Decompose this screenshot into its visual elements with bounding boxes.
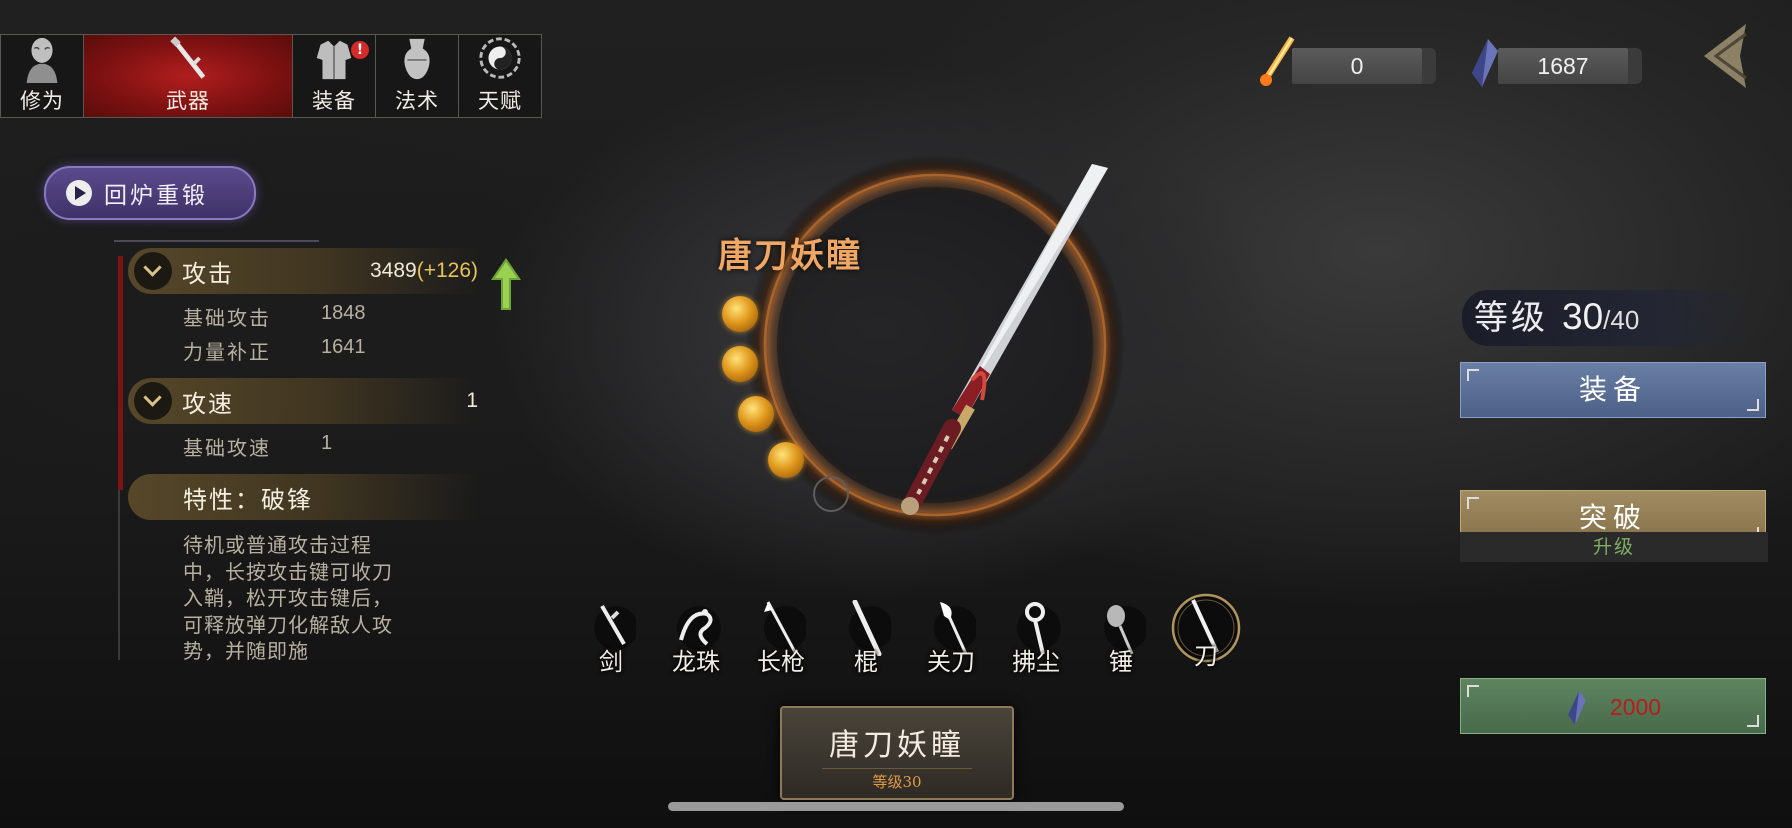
weapon-type-staff[interactable]: 棍 bbox=[829, 600, 903, 677]
armor-icon bbox=[316, 40, 352, 80]
tab-weapon[interactable]: 武器 bbox=[84, 35, 293, 117]
weapon-type-label: 关刀 bbox=[927, 648, 975, 676]
stat-name: 攻击 bbox=[182, 259, 234, 288]
tab-label: 武器 bbox=[166, 89, 210, 113]
trait-header: 特性：破锋 bbox=[128, 474, 478, 520]
trait-description: 待机或普通攻击过程中，长按攻击键可收刀入鞘，松开攻击键后，可释放弹刀化解敌人攻势… bbox=[183, 533, 393, 663]
cultivation-figure-icon bbox=[26, 37, 58, 83]
stat-value: 3489(+126) bbox=[370, 259, 478, 283]
currency-value: 0 bbox=[1292, 48, 1422, 84]
currency-crystal: 1687 bbox=[1466, 39, 1642, 87]
currency-value: 1687 bbox=[1498, 48, 1628, 84]
panel-bar bbox=[118, 256, 123, 490]
upgrade-cost: 2000 bbox=[1609, 694, 1662, 720]
top-tab-bar: 修为 武器 ! 装备 法术 天赋 bbox=[0, 34, 542, 118]
sword-icon bbox=[170, 36, 206, 79]
play-icon bbox=[66, 180, 92, 206]
level-current: 30 bbox=[1562, 296, 1604, 337]
spell-gourd-icon bbox=[404, 38, 430, 80]
tab-label: 天赋 bbox=[478, 89, 522, 113]
level-max: /40 bbox=[1603, 305, 1640, 335]
nameplate-name: 唐刀妖瞳 bbox=[829, 728, 965, 763]
upgrade-button[interactable]: 2000 bbox=[1460, 678, 1766, 734]
weapon-type-label: 锤 bbox=[1109, 648, 1133, 676]
currency-cap bbox=[1422, 48, 1436, 84]
attack-total: 3489 bbox=[369, 259, 417, 282]
stat-speed-header[interactable]: 攻速 1 bbox=[128, 378, 478, 424]
weapon-nameplate: 唐刀妖瞳 等级30 bbox=[780, 706, 1014, 800]
tab-label: 修为 bbox=[20, 89, 64, 113]
gem-socket-filled[interactable] bbox=[722, 296, 758, 332]
tab-equipment[interactable]: ! 装备 bbox=[293, 35, 376, 117]
equip-button[interactable]: 装备 bbox=[1460, 362, 1766, 418]
chevron-down-icon bbox=[134, 382, 172, 420]
attack-bonus: (+126) bbox=[416, 259, 478, 282]
reforge-button[interactable]: 回炉重锻 bbox=[44, 166, 256, 220]
weapon-type-bar: 剑 龙珠 长枪 棍 关刀 拂尘 锤 刀 bbox=[574, 593, 1243, 677]
tab-talent[interactable]: 天赋 bbox=[459, 35, 541, 117]
upgrade-label: 升级 bbox=[1460, 532, 1768, 562]
level-display: 等级 30 /40 bbox=[1474, 290, 1639, 346]
tang-saber-image bbox=[901, 164, 1108, 515]
stat-attack-header[interactable]: 攻击 3489(+126) bbox=[128, 248, 478, 294]
stat-sub-value: 1848 bbox=[321, 302, 366, 324]
stat-value: 1 bbox=[466, 389, 478, 412]
stat-name: 攻速 bbox=[182, 389, 234, 418]
stat-sub-name: 基础攻速 bbox=[183, 436, 271, 460]
trait-name: 特性：破锋 bbox=[183, 485, 313, 514]
stat-sub-name: 基础攻击 bbox=[183, 306, 271, 330]
stat-sub-value: 1 bbox=[321, 432, 333, 454]
currency-fire-blade: 0 bbox=[1256, 36, 1436, 86]
tab-label: 装备 bbox=[312, 89, 356, 113]
blue-crystal-icon bbox=[1472, 39, 1498, 87]
weapon-type-label: 长枪 bbox=[757, 648, 805, 676]
panel-bar-lower bbox=[118, 490, 120, 660]
nameplate-level: 等级30 bbox=[822, 768, 972, 792]
back-icon[interactable] bbox=[1696, 20, 1752, 92]
yin-yang-icon bbox=[479, 37, 521, 79]
alert-badge: ! bbox=[351, 41, 369, 59]
gem-socket-filled[interactable] bbox=[738, 396, 774, 432]
weapon-type-label: 剑 bbox=[599, 648, 623, 676]
stat-sub-name: 力量补正 bbox=[183, 340, 271, 364]
blue-crystal-icon bbox=[1567, 690, 1586, 725]
reforge-label: 回炉重锻 bbox=[104, 183, 208, 209]
stat-sub-value: 1641 bbox=[321, 336, 366, 358]
gem-socket-filled[interactable] bbox=[768, 442, 804, 478]
weapon-type-spear[interactable]: 长枪 bbox=[744, 600, 818, 677]
weapon-type-hammer[interactable]: 锤 bbox=[1084, 600, 1158, 677]
weapon-type-guandao[interactable]: 关刀 bbox=[914, 600, 988, 677]
level-label: 等级 bbox=[1474, 298, 1548, 338]
home-indicator[interactable] bbox=[668, 802, 1124, 811]
gem-socket-filled[interactable] bbox=[722, 346, 758, 382]
divider bbox=[114, 240, 319, 242]
tab-spells[interactable]: 法术 bbox=[376, 35, 459, 117]
weapon-type-label: 龙珠 bbox=[672, 648, 720, 676]
weapon-type-sword[interactable]: 剑 bbox=[574, 600, 648, 677]
tab-cultivation[interactable]: 修为 bbox=[1, 35, 84, 117]
currency-cap bbox=[1628, 48, 1642, 84]
weapon-type-dragon-orb[interactable]: 龙珠 bbox=[659, 600, 733, 677]
increase-arrow-icon bbox=[491, 258, 521, 310]
chevron-down-icon bbox=[134, 252, 172, 290]
weapon-type-label: 刀 bbox=[1194, 642, 1218, 670]
tab-label: 法术 bbox=[395, 89, 439, 113]
weapon-type-saber[interactable]: 刀 bbox=[1169, 593, 1243, 677]
weapon-type-label: 棍 bbox=[854, 648, 878, 676]
weapon-type-label: 拂尘 bbox=[1012, 648, 1060, 676]
weapon-type-whisk[interactable]: 拂尘 bbox=[999, 600, 1073, 677]
